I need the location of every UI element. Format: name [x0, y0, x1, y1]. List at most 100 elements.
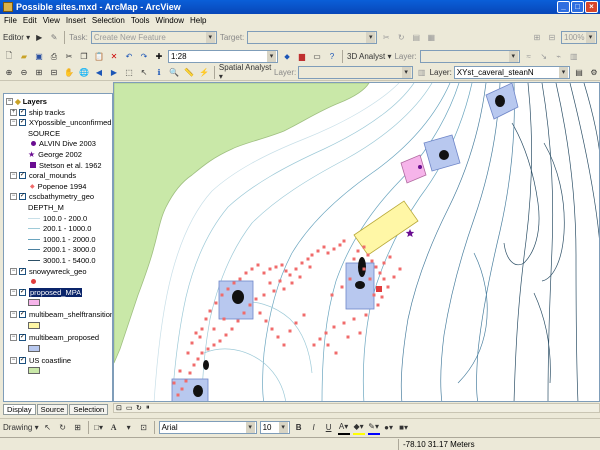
new-text-icon[interactable]: A: [108, 421, 120, 435]
menu-edit[interactable]: Edit: [23, 16, 37, 25]
select-elements-icon[interactable]: ↖: [138, 65, 150, 79]
editor-menu-button[interactable]: Editor ▾: [3, 31, 30, 45]
undo-icon[interactable]: ↶: [123, 50, 135, 64]
expand-collapse-icon[interactable]: −: [10, 193, 17, 201]
layer-properties-icon[interactable]: ▤: [573, 65, 585, 79]
steepest-path-icon[interactable]: ↘: [538, 50, 550, 64]
toc-layer-row[interactable]: − ✓ multibeam_proposed: [10, 332, 99, 342]
toc-layer-row[interactable]: − ✓ multibeam_shelftransition: [10, 310, 112, 320]
cut-icon[interactable]: ✂: [63, 50, 75, 64]
expand-collapse-icon[interactable]: −: [10, 267, 17, 275]
toc-layer-row[interactable]: − ✓ proposed_MPA: [10, 287, 83, 297]
tab-selection[interactable]: Selection: [69, 404, 109, 415]
drawing-menu[interactable]: Drawing ▾: [3, 421, 39, 435]
menu-view[interactable]: View: [43, 16, 60, 25]
georef-icon[interactable]: ⊞: [531, 31, 543, 45]
layer-visibility-checkbox[interactable]: ✓: [19, 333, 26, 341]
layer-visibility-checkbox[interactable]: ✓: [19, 267, 26, 275]
expand-collapse-icon[interactable]: −: [10, 172, 17, 180]
sketch-properties-icon[interactable]: ▦: [425, 31, 437, 45]
line-of-sight-icon[interactable]: ⌁: [553, 50, 565, 64]
toc-layer-row[interactable]: + ✓ ship tracks: [10, 107, 65, 117]
toc-layer-row[interactable]: − ✓ XYpossible_unconfirmed: [10, 118, 111, 128]
map-layout-view-icon[interactable]: ▭: [126, 404, 133, 412]
toc-layer-row[interactable]: − ✓ cscbathymetry_geo: [10, 192, 94, 202]
task-dropdown[interactable]: Create New Feature: [90, 31, 217, 44]
open-icon[interactable]: ▰: [18, 50, 30, 64]
underline-button[interactable]: U: [323, 421, 335, 435]
add-data-icon[interactable]: ✚: [153, 50, 165, 64]
help-icon[interactable]: ?: [326, 50, 338, 64]
arctoolbox-icon[interactable]: ▆: [296, 50, 308, 64]
attributes-icon[interactable]: ▤: [410, 31, 422, 45]
save-icon[interactable]: ▣: [33, 50, 45, 64]
command-line-icon[interactable]: ▭: [311, 50, 323, 64]
redo-icon[interactable]: ↷: [138, 50, 150, 64]
expand-collapse-icon[interactable]: +: [10, 108, 17, 116]
map-horizontal-scrollbar[interactable]: ⊡ ▭ ↻ ⏸: [113, 403, 600, 413]
minimize-button[interactable]: _: [557, 1, 570, 13]
full-extent-icon[interactable]: 🌐: [78, 65, 90, 79]
active-layer-dropdown[interactable]: XYst_caveral_steanN: [453, 65, 570, 79]
toc-root[interactable]: − ◆ Layers: [6, 96, 47, 106]
menu-tools[interactable]: Tools: [131, 16, 150, 25]
fill-color-icon[interactable]: ◆▾: [352, 421, 365, 435]
italic-button[interactable]: I: [308, 421, 320, 435]
fixed-zoom-in-icon[interactable]: ⊞: [33, 65, 45, 79]
edit-tool-icon[interactable]: ▶: [33, 31, 45, 45]
georef2-icon[interactable]: ⊟: [546, 31, 558, 45]
target-dropdown[interactable]: [247, 31, 378, 44]
map-pause-icon[interactable]: ⏸: [146, 404, 150, 412]
identify-icon[interactable]: ℹ: [153, 65, 165, 79]
expand-collapse-icon[interactable]: −: [10, 333, 17, 341]
collapse-icon[interactable]: −: [6, 97, 13, 105]
line-color-icon[interactable]: ✎▾: [367, 421, 380, 435]
histogram-icon[interactable]: ▥: [416, 65, 428, 79]
close-button[interactable]: ×: [585, 1, 598, 13]
zoom-whole-page-icon[interactable]: ⊞: [72, 421, 84, 435]
fixed-zoom-out-icon[interactable]: ⊟: [48, 65, 60, 79]
tab-source[interactable]: Source: [36, 404, 69, 415]
layer-visibility-checkbox[interactable]: ✓: [19, 119, 26, 127]
sketch-tool-icon[interactable]: ✎: [48, 31, 60, 45]
menu-selection[interactable]: Selection: [92, 16, 125, 25]
font-size-dropdown[interactable]: 10: [259, 421, 290, 434]
menu-insert[interactable]: Insert: [66, 16, 86, 25]
copy-icon[interactable]: ❐: [78, 50, 90, 64]
new-document-icon[interactable]: 🗋: [3, 50, 15, 64]
menu-file[interactable]: File: [4, 16, 17, 25]
3d-analyst-menu[interactable]: 3D Analyst ▾: [347, 50, 391, 64]
font-color-icon[interactable]: A▾: [337, 421, 350, 435]
tab-display[interactable]: Display: [3, 404, 36, 415]
measure-icon[interactable]: 📏: [183, 65, 195, 79]
menu-window[interactable]: Window: [156, 16, 184, 25]
zoom-in-icon[interactable]: ⊕: [3, 65, 15, 79]
layer-visibility-checkbox[interactable]: ✓: [19, 356, 26, 364]
map-data-view-icon[interactable]: ⊡: [116, 404, 122, 412]
forward-extent-icon[interactable]: ▶: [108, 65, 120, 79]
spatial-layer-dropdown[interactable]: [298, 65, 413, 79]
delete-icon[interactable]: ✕: [108, 50, 120, 64]
menu-help[interactable]: Help: [190, 16, 206, 25]
spatial-analyst-menu[interactable]: Spatial Analyst ▾: [219, 63, 272, 81]
text-dropdown-icon[interactable]: ▾: [123, 421, 135, 435]
zoom-out-icon[interactable]: ⊖: [18, 65, 30, 79]
expand-collapse-icon[interactable]: −: [10, 311, 17, 319]
hyperlink-icon[interactable]: ⚡: [198, 65, 210, 79]
toc-layer-row[interactable]: − ✓ snowywreck_geo: [10, 266, 87, 276]
rotate-tool-icon[interactable]: ↻: [395, 31, 407, 45]
marker-color-icon[interactable]: ●▾: [383, 421, 395, 435]
toc-layer-row[interactable]: − ✓ coral_mounds: [10, 171, 76, 181]
find-icon[interactable]: 🔍: [168, 65, 180, 79]
layer-options-icon[interactable]: ⚙: [588, 65, 600, 79]
font-name-dropdown[interactable]: Arial: [158, 421, 257, 434]
map-canvas[interactable]: [114, 83, 600, 402]
bold-button[interactable]: B: [293, 421, 305, 435]
rotate-element-icon[interactable]: ↻: [57, 421, 69, 435]
expand-collapse-icon[interactable]: −: [10, 288, 17, 296]
layer-visibility-checkbox[interactable]: ✓: [19, 172, 26, 180]
3d-layer-dropdown[interactable]: [419, 50, 520, 63]
toc-layer-row[interactable]: − ✓ US coastline: [10, 355, 71, 365]
new-rectangle-icon[interactable]: □▾: [93, 421, 105, 435]
pan-hand-icon[interactable]: ✋: [63, 65, 75, 79]
